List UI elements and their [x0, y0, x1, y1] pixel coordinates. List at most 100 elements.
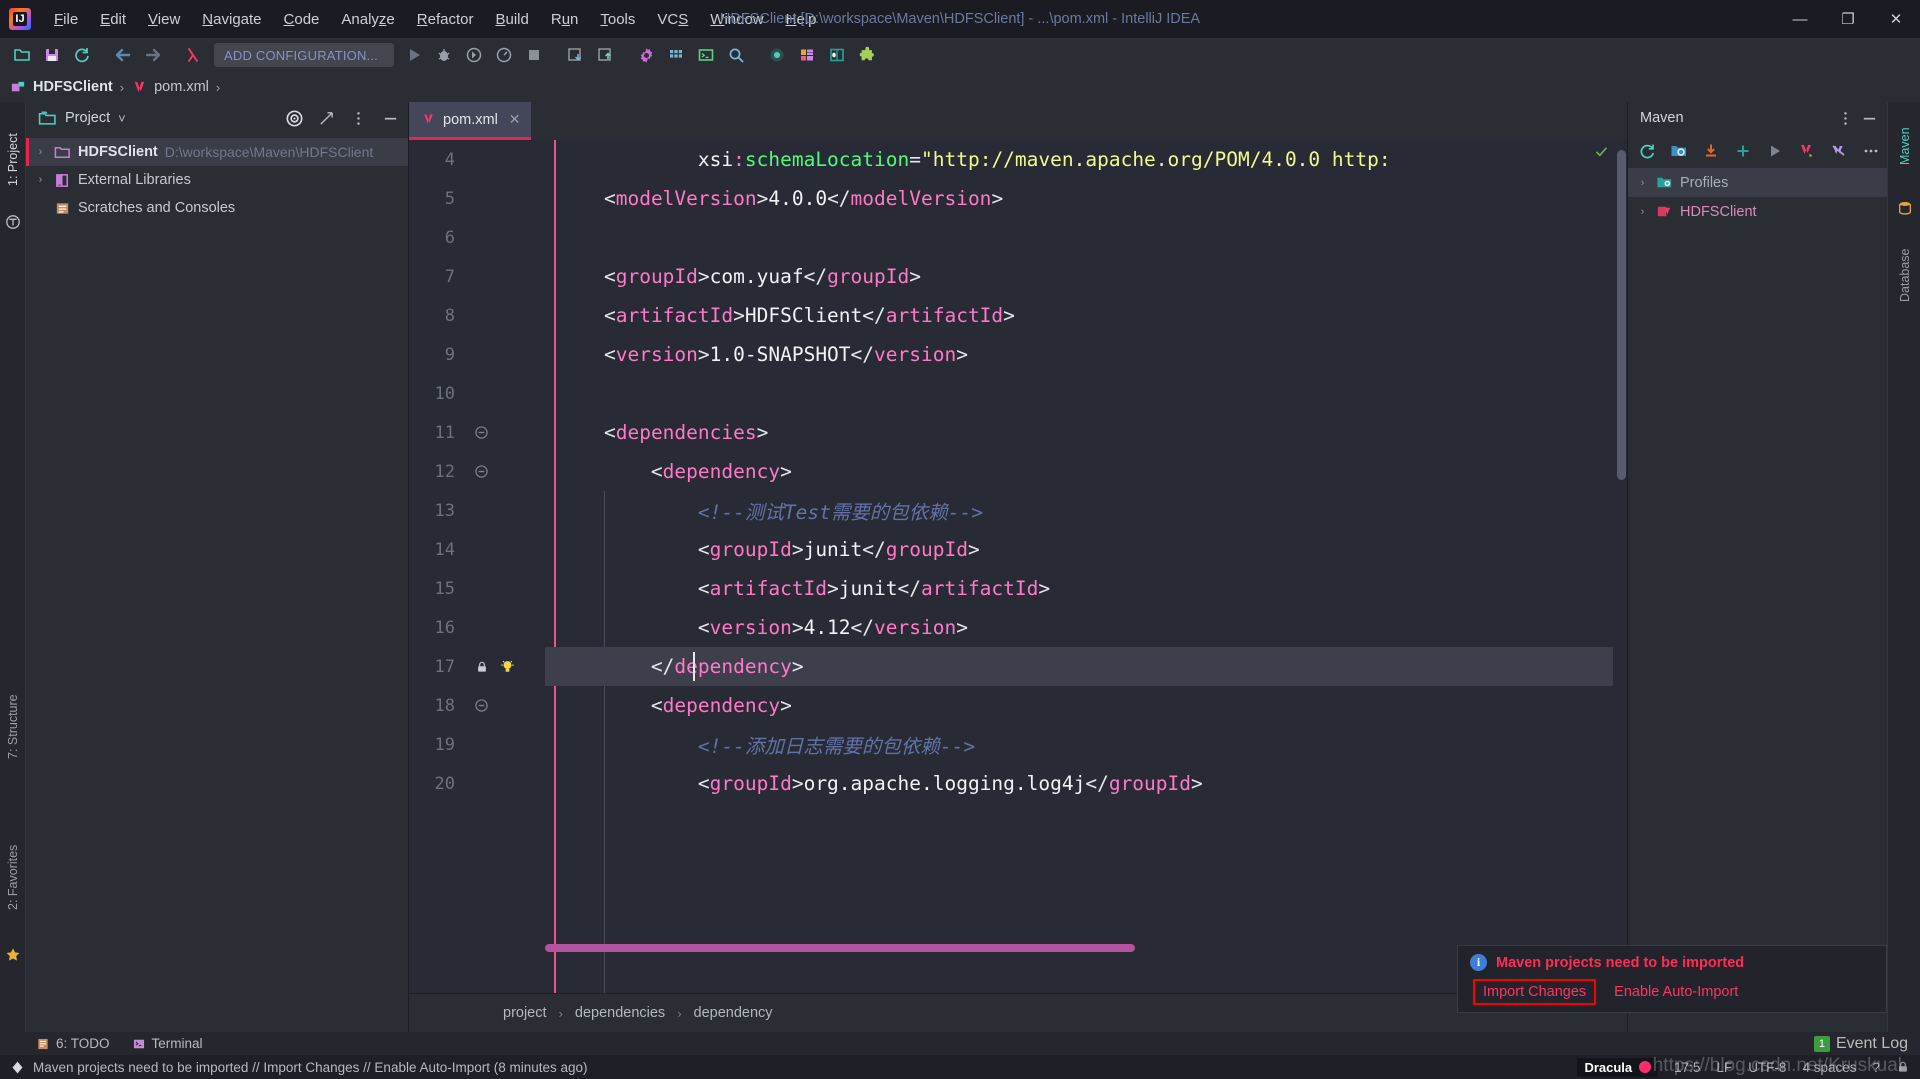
fold-collapse-icon[interactable] — [475, 465, 488, 478]
gutter-line[interactable]: 17 — [409, 647, 545, 686]
gutter-markers[interactable] — [455, 426, 541, 439]
open-project-icon[interactable] — [8, 42, 36, 68]
menu-item-code[interactable]: Code — [273, 7, 331, 32]
tree-expand-arrow-icon[interactable]: › — [1636, 177, 1649, 189]
editor-breadcrumb-item[interactable]: dependencies — [571, 1005, 669, 1021]
gutter-markers[interactable] — [455, 465, 541, 478]
stripe-button-structure[interactable]: 7: Structure — [0, 667, 26, 787]
gutter-markers[interactable] — [455, 699, 541, 712]
breadcrumb-file[interactable]: pom.xml — [131, 79, 209, 96]
database-stripe-icon[interactable] — [1897, 200, 1913, 216]
gutter-line[interactable]: 14 — [409, 530, 545, 569]
editor-breadcrumb-item[interactable]: project — [499, 1005, 551, 1021]
menu-item-view[interactable]: View — [137, 7, 191, 32]
maximize-button[interactable]: ❐ — [1824, 0, 1872, 38]
add-icon[interactable] — [1728, 138, 1758, 164]
terminal-icon[interactable] — [692, 42, 720, 68]
menu-item-help[interactable]: Help — [775, 7, 828, 32]
plugin-icon[interactable] — [853, 42, 881, 68]
run-with-coverage-icon[interactable] — [460, 42, 488, 68]
code-line[interactable]: <groupId>junit</groupId> — [545, 530, 1627, 569]
tree-row[interactable]: › External Libraries — [26, 166, 408, 194]
stop-icon[interactable] — [520, 42, 548, 68]
read-only-icon[interactable] — [1896, 1059, 1910, 1075]
menu-item-vcs[interactable]: VCS — [646, 7, 699, 32]
gutter-line[interactable]: 12 — [409, 452, 545, 491]
database-icon[interactable] — [823, 42, 851, 68]
indent-widget[interactable]: 4 spaces — [1802, 1060, 1856, 1075]
menu-item-window[interactable]: Window — [699, 7, 774, 32]
intention-bulb-icon[interactable] — [499, 658, 516, 675]
hide-panel-icon[interactable] — [378, 106, 402, 130]
hide-panel-icon[interactable] — [1857, 106, 1881, 130]
editor-scrollbar-track[interactable] — [1613, 140, 1627, 993]
search-everywhere-icon[interactable] — [722, 42, 750, 68]
gutter-line[interactable]: 7 — [409, 257, 545, 296]
tree-row[interactable]: › HDFSClient D:\workspace\Maven\HDFSClient — [26, 138, 408, 166]
chevron-down-icon[interactable]: ˅ — [118, 111, 126, 126]
maven-tree-row[interactable]: › HDFSClient — [1628, 197, 1887, 226]
settings-gear-icon[interactable] — [632, 42, 660, 68]
gutter-line[interactable]: 4 — [409, 140, 545, 179]
enable-auto-import-link[interactable]: Enable Auto-Import — [1608, 981, 1744, 1003]
editor-breadcrumb-item[interactable]: dependency — [690, 1005, 777, 1021]
locate-target-icon[interactable] — [282, 106, 306, 130]
code-line[interactable]: <artifactId>HDFSClient</artifactId> — [545, 296, 1627, 335]
branch-widget[interactable]: ? — [1872, 1060, 1880, 1075]
gutter-line[interactable]: 11 — [409, 413, 545, 452]
editor-tab-pom-xml[interactable]: pom.xml ✕ — [409, 102, 531, 140]
generate-sources-icon[interactable] — [1664, 138, 1694, 164]
back-icon[interactable] — [109, 42, 137, 68]
commit-icon[interactable] — [591, 42, 619, 68]
code-line[interactable]: <!--测试Test需要的包依赖--> — [545, 491, 1627, 530]
more-icon[interactable] — [1856, 138, 1886, 164]
options-menu-icon[interactable] — [1833, 106, 1857, 130]
profiler-icon[interactable] — [490, 42, 518, 68]
stripe-button-todo[interactable]: 6: TODO — [36, 1036, 110, 1051]
caret-position-widget[interactable]: 17:5 — [1674, 1060, 1700, 1075]
collapse-all-icon[interactable] — [314, 106, 338, 130]
skip-tests-icon[interactable] — [1824, 138, 1854, 164]
fold-collapse-icon[interactable] — [475, 699, 488, 712]
fold-collapse-icon[interactable] — [475, 426, 488, 439]
download-sources-icon[interactable] — [1696, 138, 1726, 164]
menu-item-analyze[interactable]: Analyze — [330, 7, 405, 32]
code-line[interactable]: <dependencies> — [545, 413, 1627, 452]
debug-icon[interactable] — [430, 42, 458, 68]
update-project-icon[interactable] — [561, 42, 589, 68]
run-maven-build-icon[interactable] — [1760, 138, 1790, 164]
favorites-star-icon[interactable] — [5, 947, 21, 963]
editor-scrollbar-thumb[interactable] — [1617, 150, 1626, 480]
forward-icon[interactable] — [139, 42, 167, 68]
code-line[interactable]: <dependency> — [545, 452, 1627, 491]
menu-item-run[interactable]: Run — [540, 7, 590, 32]
line-separator-widget[interactable]: LF — [1716, 1060, 1732, 1075]
record-icon[interactable] — [763, 42, 791, 68]
gutter-markers[interactable] — [455, 658, 541, 675]
code-line[interactable]: <version>1.0-SNAPSHOT</version> — [545, 335, 1627, 374]
gutter-line[interactable]: 19 — [409, 725, 545, 764]
breadcrumb-project[interactable]: HDFSClient — [10, 79, 113, 96]
maven-tree-row[interactable]: › Profiles — [1628, 168, 1887, 197]
menu-item-tools[interactable]: Tools — [589, 7, 646, 32]
editor-code-lines[interactable]: xsi:schemaLocation="http://maven.apache.… — [545, 140, 1627, 993]
stripe-button-terminal[interactable]: Terminal — [132, 1036, 203, 1051]
close-button[interactable]: ✕ — [1872, 0, 1920, 38]
code-line[interactable] — [545, 374, 1627, 413]
options-menu-icon[interactable] — [346, 106, 370, 130]
gutter-line[interactable]: 5 — [409, 179, 545, 218]
stripe-button-favorites[interactable]: 2: Favorites — [0, 817, 26, 937]
gutter-line[interactable]: 20 — [409, 764, 545, 803]
menu-item-build[interactable]: Build — [484, 7, 539, 32]
toggle-offline-icon[interactable] — [1792, 138, 1822, 164]
tree-row[interactable]: Scratches and Consoles — [26, 194, 408, 222]
encoding-widget[interactable]: UTF-8 — [1748, 1060, 1786, 1075]
theme-widget[interactable]: Dracula — [1577, 1057, 1659, 1077]
save-all-icon[interactable] — [38, 42, 66, 68]
gutter-line[interactable]: 18 — [409, 686, 545, 725]
event-log-button[interactable]: 1 Event Log — [1813, 1035, 1908, 1053]
stripe-button-project[interactable]: 1: Project — [0, 112, 26, 208]
editor-hscrollbar-thumb[interactable] — [545, 944, 1135, 952]
tree-expand-arrow-icon[interactable]: › — [1636, 206, 1649, 218]
code-editor[interactable]: 4 5 6 7 8 9 10 11 12 13 14 15 16 17 18 19 20 xsi:schemaL… — [409, 140, 1627, 993]
